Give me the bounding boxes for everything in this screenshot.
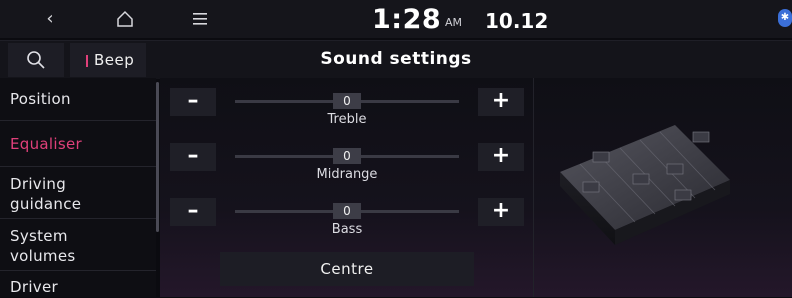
- clock-ampm: AM: [445, 16, 463, 29]
- sidebar-item-driver[interactable]: Driver: [0, 272, 156, 297]
- sidebar-item-label: System volumes: [10, 227, 76, 265]
- bluetooth-icon: ✱: [778, 9, 792, 27]
- home-icon: [117, 10, 133, 27]
- menu-button[interactable]: [185, 0, 215, 38]
- sidebar-item-label: Driving guidance: [10, 175, 82, 213]
- sidebar-item-position[interactable]: Position: [0, 78, 156, 121]
- treble-increase-button[interactable]: +: [478, 88, 524, 116]
- clock-time: 1:28: [372, 4, 442, 35]
- bass-label: Bass: [331, 222, 363, 237]
- bass-value: 0: [333, 203, 361, 219]
- sidebar-item-label: Equaliser: [10, 135, 82, 153]
- beep-indicator: [86, 55, 88, 67]
- date-label: 10.12: [485, 9, 549, 33]
- bass-increase-button[interactable]: +: [478, 198, 524, 226]
- sidebar-item-label: Driver: [10, 278, 58, 296]
- treble-decrease-button[interactable]: –: [170, 88, 216, 116]
- sidebar-item-driving-guidance[interactable]: Driving guidance: [0, 168, 156, 219]
- title-bar: Beep Sound settings: [0, 40, 792, 79]
- status-bar: ‹ 1:28 AM 10.12 ✱: [0, 0, 792, 38]
- sidebar-item-equaliser[interactable]: Equaliser: [0, 122, 156, 167]
- back-button[interactable]: ‹: [30, 0, 70, 38]
- centre-button[interactable]: Centre: [220, 252, 474, 286]
- search-icon: [27, 51, 45, 69]
- back-icon: ‹: [46, 8, 54, 29]
- page-title: Sound settings: [320, 49, 472, 69]
- sidebar-scrollbar[interactable]: [156, 82, 159, 232]
- sidebar-item-system-volumes[interactable]: System volumes: [0, 220, 156, 271]
- midrange-value: 0: [333, 148, 361, 164]
- sidebar-item-label: Position: [10, 90, 71, 108]
- midrange-label: Midrange: [316, 167, 378, 182]
- menu-icon: [193, 13, 207, 25]
- midrange-decrease-button[interactable]: –: [170, 143, 216, 171]
- panel-divider: [533, 78, 534, 297]
- equaliser-illustration: [560, 125, 730, 245]
- sidebar: Position Equaliser Driving guidance Syst…: [0, 78, 156, 297]
- bass-decrease-button[interactable]: –: [170, 198, 216, 226]
- midrange-increase-button[interactable]: +: [478, 143, 524, 171]
- beep-label: Beep: [94, 51, 135, 69]
- beep-button[interactable]: Beep: [70, 43, 146, 77]
- search-button[interactable]: [8, 43, 64, 77]
- home-button[interactable]: [105, 0, 145, 38]
- treble-value: 0: [333, 93, 361, 109]
- treble-label: Treble: [327, 112, 367, 127]
